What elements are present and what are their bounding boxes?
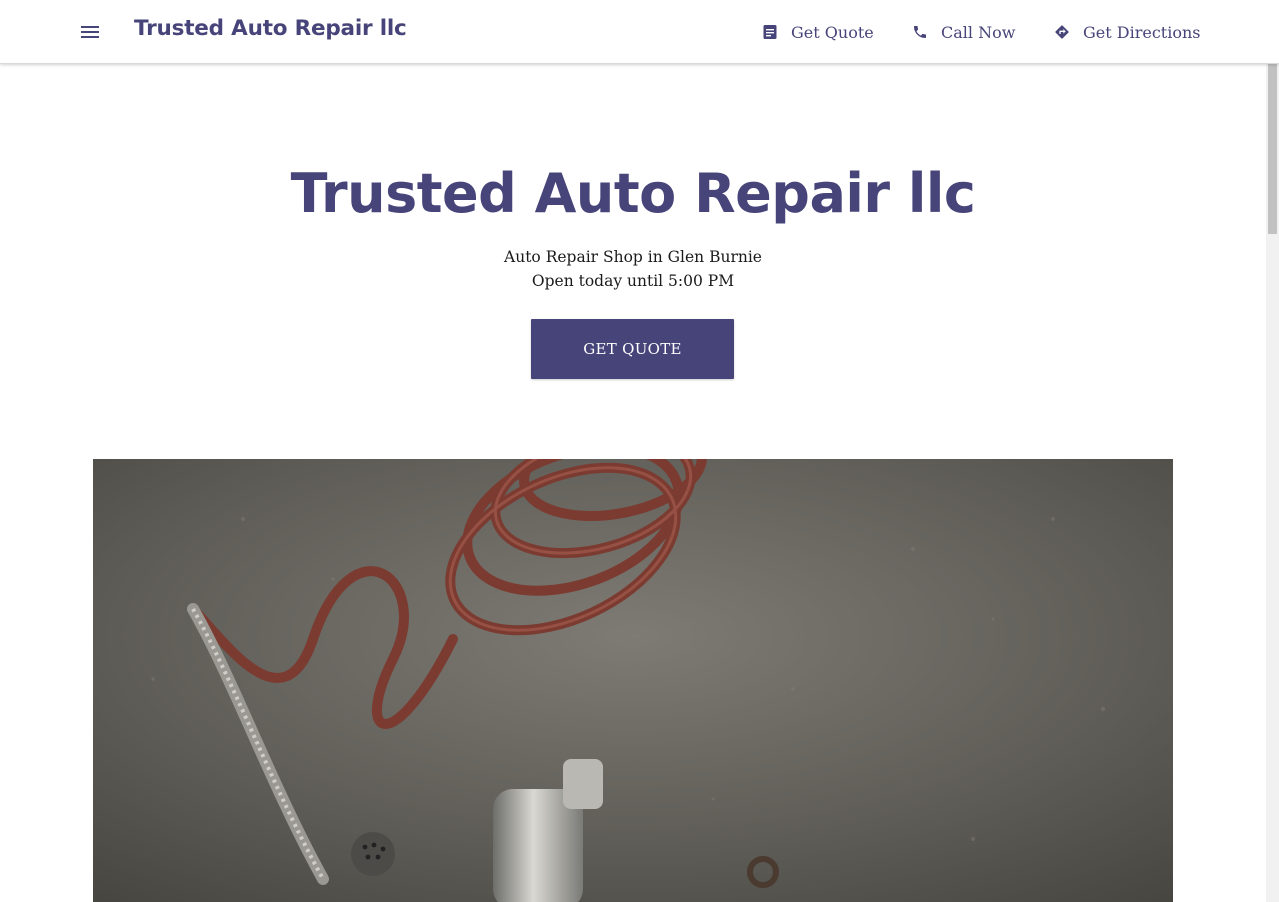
get-quote-button[interactable]: GET QUOTE (531, 319, 734, 379)
get-quote-link[interactable]: Get Quote (762, 20, 874, 44)
menu-icon[interactable] (78, 20, 102, 44)
document-icon (763, 25, 777, 39)
hero-image (93, 459, 1173, 902)
call-now-label: Call Now (941, 22, 1016, 42)
hero-title: Trusted Auto Repair llc (290, 162, 976, 225)
get-directions-link[interactable]: Get Directions (1054, 20, 1200, 44)
get-quote-label: Get Quote (791, 22, 874, 42)
directions-icon (1055, 25, 1069, 39)
business-category: Auto Repair Shop in Glen Burnie (504, 248, 762, 266)
get-directions-label: Get Directions (1083, 22, 1201, 42)
opening-hours: Open today until 5:00 PM (531, 272, 735, 290)
vertical-scrollbar[interactable] (1266, 64, 1279, 902)
scrollbar-thumb[interactable] (1268, 64, 1277, 234)
call-now-link[interactable]: Call Now (912, 20, 1015, 44)
brand-name[interactable]: Trusted Auto Repair llc (134, 16, 407, 41)
top-app-bar: Trusted Auto Repair llc Get Quote Call N… (0, 0, 1279, 64)
phone-icon (914, 26, 926, 38)
